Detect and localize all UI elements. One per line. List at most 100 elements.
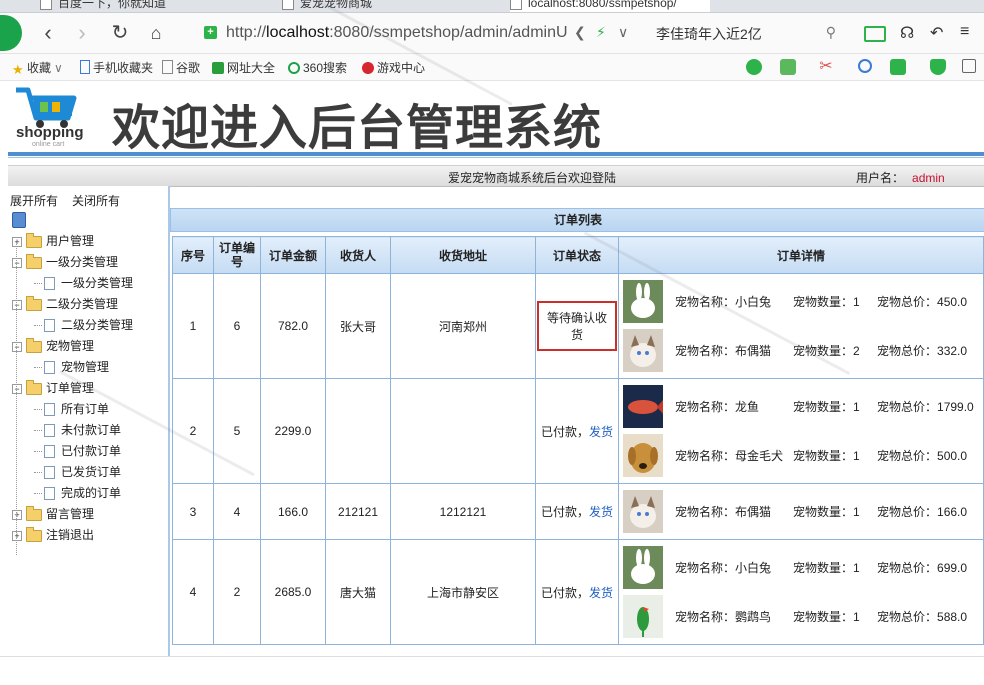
tree-leaf-node[interactable]: 已发货订单 (34, 463, 121, 481)
browser-logo-icon (0, 15, 22, 51)
logo-text: shopping (16, 124, 84, 141)
tree-node-label[interactable]: 一级分类管理 (61, 276, 133, 290)
tree-node-label[interactable]: 已付款订单 (61, 444, 121, 458)
forward-icon[interactable]: › (68, 19, 96, 47)
extension-icon[interactable] (746, 59, 762, 75)
tree-node-label[interactable]: 用户管理 (46, 234, 94, 248)
pet-total-value: 450.0 (937, 295, 968, 309)
expand-toggle-icon[interactable]: + (12, 509, 22, 520)
tree-node-label[interactable]: 二级分类管理 (46, 297, 118, 311)
reload-icon[interactable]: ↻ (106, 19, 134, 47)
bookmark-hao[interactable]: 网址大全 (212, 59, 275, 76)
fish-photo-icon (623, 385, 663, 428)
grid-icon[interactable] (962, 59, 976, 73)
pet-quantity-label: 宠物数量： (793, 295, 854, 309)
secure-shield-icon: + (204, 26, 217, 39)
tree-node-label[interactable]: 一级分类管理 (46, 255, 118, 269)
header-divider (8, 152, 984, 156)
back-icon[interactable]: ‹ (34, 19, 62, 47)
collapse-toggle-icon[interactable]: − (12, 383, 22, 394)
address-bar[interactable]: + http://localhost:8080/ssmpetshop/admin… (196, 19, 640, 47)
tree-leaf-node[interactable]: 完成的订单 (34, 484, 121, 502)
tree-leaf-node[interactable]: 未付款订单 (34, 421, 121, 439)
tree-leaf-node[interactable]: 一级分类管理 (34, 274, 133, 292)
pet-name-value: 鹦鹉鸟 (735, 610, 772, 624)
folder-icon (26, 295, 42, 311)
search-tool-icon[interactable] (858, 59, 872, 73)
tree-guide-line (16, 242, 17, 555)
bookmark-favorites[interactable]: ★ 收藏 ∨ (12, 59, 63, 76)
bookmark-360-search[interactable]: 360搜索 (288, 59, 347, 76)
folder-icon (26, 526, 42, 542)
menu-icon[interactable]: ≡ (960, 23, 969, 41)
tree-leaf-node[interactable]: 二级分类管理 (34, 316, 133, 334)
tree-node-label[interactable]: 留言管理 (46, 507, 94, 521)
pet-total-label: 宠物总价： (877, 561, 938, 575)
tree-node-label[interactable]: 二级分类管理 (61, 318, 133, 332)
tree-controls: 展开所有 关闭所有 (10, 192, 134, 209)
tree-node-label[interactable]: 未付款订单 (61, 423, 121, 437)
search-query[interactable]: 李佳琦年入近2亿 (656, 24, 762, 44)
ship-link[interactable]: 发货 (589, 425, 613, 439)
collapse-toggle-icon[interactable]: − (12, 257, 22, 268)
undo-icon[interactable]: ↶ (930, 23, 943, 43)
gamepad-icon[interactable] (890, 59, 906, 75)
tree-node-label[interactable]: 已发货订单 (61, 465, 121, 479)
collapse-all-link[interactable]: 关闭所有 (72, 194, 120, 208)
tree-folder-node[interactable]: − 一级分类管理 (12, 253, 118, 271)
tree-node-label[interactable]: 所有订单 (61, 402, 109, 416)
tree-node-label[interactable]: 宠物管理 (61, 360, 109, 374)
tree-folder-node[interactable]: − 二级分类管理 (12, 295, 118, 313)
tree-node-label[interactable]: 完成的订单 (61, 486, 121, 500)
headphones-icon[interactable]: ☊ (900, 23, 914, 43)
scissors-icon[interactable]: ✂ (818, 59, 834, 75)
tree-node-label[interactable]: 订单管理 (46, 381, 94, 395)
tree-leaf-node[interactable]: 所有订单 (34, 400, 109, 418)
pet-name: 宠物名称：母金毛犬 (675, 447, 783, 464)
bookmark-mobile[interactable]: 手机收藏夹 (80, 59, 153, 76)
tab-petshop[interactable]: 爱宠宠物商城 (282, 0, 482, 12)
ship-link[interactable]: 发货 (589, 505, 613, 519)
pet-quantity-value: 1 (853, 561, 860, 575)
ship-link[interactable]: 发货 (589, 586, 613, 600)
collapse-toggle-icon[interactable]: − (12, 341, 22, 352)
tree-leaf-node[interactable]: 宠物管理 (34, 358, 109, 376)
col-order-no: 订单编号 (213, 236, 261, 274)
order-item: 宠物名称：小白兔 宠物数量：1 宠物总价：450.0 (619, 277, 983, 326)
chevron-down-icon[interactable]: ∨ (618, 24, 628, 41)
expand-toggle-icon[interactable]: + (12, 236, 22, 247)
tree-connector (34, 367, 42, 369)
security-shield-icon[interactable] (930, 59, 946, 75)
tab-baidu[interactable]: 百度一下，你就知道 (40, 0, 240, 12)
translate-icon[interactable] (780, 59, 796, 75)
cell-address: 1212121 (390, 483, 536, 540)
search-box[interactable]: 李佳琦年入近2亿 ⚲ (650, 19, 842, 47)
order-item: 宠物名称：鹦鹉鸟 宠物数量：1 宠物总价：588.0 (619, 592, 983, 641)
battery-icon[interactable] (864, 26, 886, 42)
expand-toggle-icon[interactable]: + (12, 530, 22, 541)
share-icon[interactable]: ❮ (574, 24, 586, 41)
tree-folder-node[interactable]: − 宠物管理 (12, 337, 94, 355)
dog-photo-icon (623, 434, 663, 477)
bookmark-games[interactable]: 游戏中心 (362, 59, 425, 76)
tab-localhost[interactable]: localhost:8080/ssmpetshop/ (510, 0, 710, 12)
bookmark-google[interactable]: 谷歌 (162, 59, 200, 76)
pet-total-label: 宠物总价： (877, 295, 938, 309)
tree-leaf-node[interactable]: 已付款订单 (34, 442, 121, 460)
address-url[interactable]: http://localhost:8080/ssmpetshop/admin/a… (226, 24, 568, 42)
tree-node-label[interactable]: 注销退出 (46, 528, 94, 542)
tree-folder-node[interactable]: + 用户管理 (12, 232, 94, 250)
tree-folder-node[interactable]: + 注销退出 (12, 526, 94, 544)
tree-node-label[interactable]: 宠物管理 (46, 339, 94, 353)
tree-folder-node[interactable]: + 留言管理 (12, 505, 94, 523)
collapse-toggle-icon[interactable]: − (12, 299, 22, 310)
order-status-text: 等待确认收货 (546, 311, 607, 342)
expand-all-link[interactable]: 展开所有 (10, 194, 58, 208)
search-icon[interactable]: ⚲ (826, 24, 836, 41)
tree-folder-node[interactable]: − 订单管理 (12, 379, 94, 397)
pet-name-label: 宠物名称： (675, 561, 736, 575)
cell-detail: 宠物名称：小白兔 宠物数量：1 宠物总价：699.0 宠物名称：鹦鹉鸟 宠物数量：1 宠物… (618, 539, 984, 645)
lightning-icon[interactable]: ⚡ (596, 24, 606, 41)
home-icon[interactable]: ⌂ (142, 19, 170, 47)
parrot-photo-icon (623, 595, 663, 638)
